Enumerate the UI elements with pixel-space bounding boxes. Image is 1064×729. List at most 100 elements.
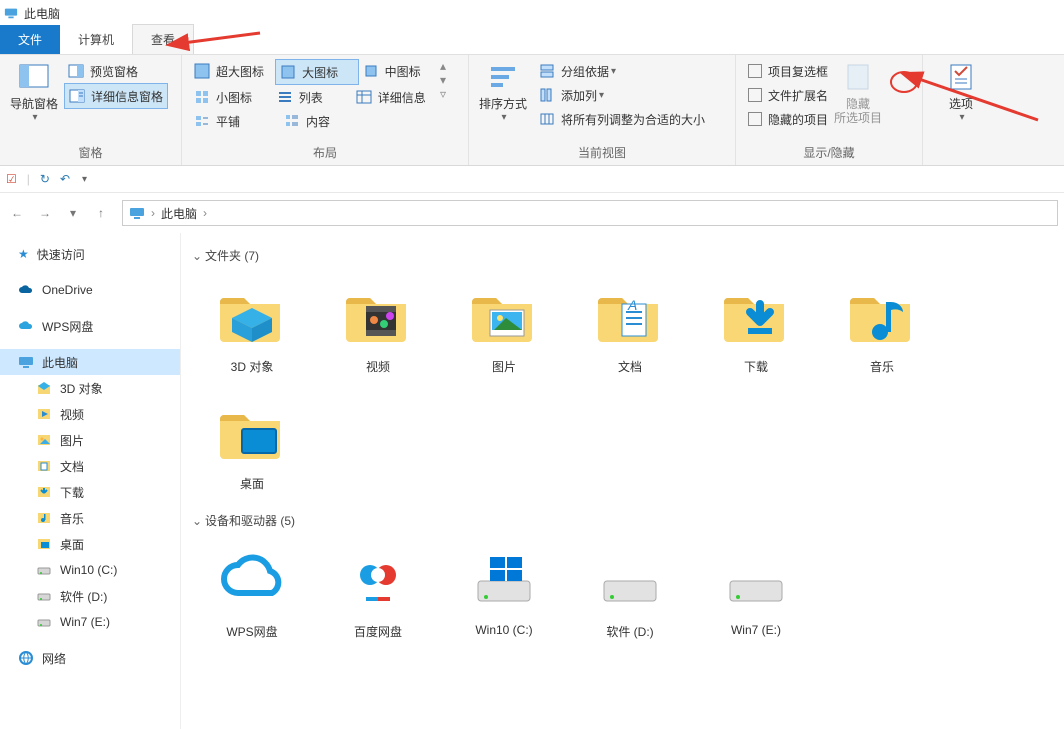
checkbox-icon xyxy=(748,88,762,102)
folder-icon xyxy=(216,395,288,467)
ribbon-group-options: 选项 ▾ xyxy=(923,55,999,165)
tree-child[interactable]: 下载 xyxy=(0,479,180,505)
ribbon: 导航窗格 ▾ 预览窗格 详细信息窗格 窗格 xyxy=(0,54,1064,166)
folder-tile[interactable]: 下载 xyxy=(693,278,819,375)
list-icon xyxy=(277,89,293,105)
tree-child[interactable]: Win7 (E:) xyxy=(0,609,180,635)
tree-child-label: 视频 xyxy=(60,406,84,423)
folder-tile[interactable]: A文档 xyxy=(567,278,693,375)
add-columns-icon xyxy=(539,87,555,103)
layout-list[interactable]: 列表 xyxy=(273,85,352,109)
folder-label: 桌面 xyxy=(240,475,264,492)
tree-child[interactable]: 图片 xyxy=(0,427,180,453)
breadcrumb-root[interactable]: 此电脑 xyxy=(161,205,197,222)
layout-large[interactable]: 大图标 xyxy=(275,59,358,85)
add-columns-button[interactable]: 添加列▾ xyxy=(535,83,709,107)
folder-tile[interactable]: 桌面 xyxy=(189,395,315,492)
layout-details[interactable]: 详细信息 xyxy=(352,85,440,109)
device-tile[interactable]: 软件 (D:) xyxy=(567,543,693,640)
sort-by-button[interactable]: 排序方式 ▾ xyxy=(477,59,529,127)
section-devices-header[interactable]: ⌄ 设备和驱动器 (5) xyxy=(189,512,1064,529)
device-icon xyxy=(216,543,288,615)
folder-icon xyxy=(36,380,52,396)
nav-pane-button[interactable]: 导航窗格 ▾ xyxy=(8,59,60,127)
qat-checkbox-icon[interactable]: ☑ xyxy=(6,172,17,186)
folder-icon xyxy=(36,510,52,526)
nav-pane-icon xyxy=(18,61,50,93)
tree-wps[interactable]: WPS网盘 xyxy=(0,313,180,339)
tree-child[interactable]: 桌面 xyxy=(0,531,180,557)
tab-computer[interactable]: 计算机 xyxy=(60,25,132,54)
chevron-down-icon: ▾ xyxy=(440,73,446,87)
tree-child[interactable]: 视频 xyxy=(0,401,180,427)
section-folders-header[interactable]: ⌄ 文件夹 (7) xyxy=(189,247,1064,264)
folder-icon xyxy=(846,278,918,350)
options-button[interactable]: 选项 ▾ xyxy=(935,59,987,127)
item-checkboxes-toggle[interactable]: 项目复选框 xyxy=(744,59,832,83)
layout-tiles[interactable]: 平铺 xyxy=(190,109,280,133)
nav-forward-button[interactable]: → xyxy=(34,202,56,224)
size-columns-button[interactable]: 将所有列调整为合适的大小 xyxy=(535,107,709,131)
folder-tile[interactable]: 图片 xyxy=(441,278,567,375)
nav-up-button[interactable]: ↑ xyxy=(90,202,112,224)
tiles-icon xyxy=(194,113,210,129)
folder-icon xyxy=(36,406,52,422)
device-icon xyxy=(468,543,540,615)
layout-small[interactable]: 小图标 xyxy=(190,85,273,109)
qat-dropdown-icon[interactable]: ▾ xyxy=(82,174,87,185)
item-checkboxes-label: 项目复选框 xyxy=(768,63,828,80)
layout-medium[interactable]: 中图标 xyxy=(359,59,440,83)
layout-content[interactable]: 内容 xyxy=(280,109,366,133)
device-tile[interactable]: 百度网盘 xyxy=(315,543,441,640)
layout-scroll[interactable]: ▴ ▾ ▿ xyxy=(440,59,446,101)
expand-gallery-icon: ▿ xyxy=(440,87,446,101)
nav-back-button[interactable]: ← xyxy=(6,202,28,224)
tree-child[interactable]: 软件 (D:) xyxy=(0,583,180,609)
tree-network[interactable]: 网络 xyxy=(0,645,180,671)
details-pane-label: 详细信息窗格 xyxy=(91,88,163,105)
file-ext-toggle[interactable]: 文件扩展名 xyxy=(744,83,832,107)
tree-network-label: 网络 xyxy=(42,650,66,667)
tree-quick-access-label: 快速访问 xyxy=(37,246,85,263)
tab-file[interactable]: 文件 xyxy=(0,25,60,54)
content-icon xyxy=(284,113,300,129)
section-folders-label: 文件夹 (7) xyxy=(205,247,259,264)
device-tile[interactable]: Win10 (C:) xyxy=(441,543,567,640)
qat-undo-icon[interactable]: ↶ xyxy=(60,172,70,186)
tab-view[interactable]: 查看 xyxy=(132,24,194,54)
folder-tile[interactable]: 3D 对象 xyxy=(189,278,315,375)
tree-child[interactable]: 3D 对象 xyxy=(0,375,180,401)
qat-refresh-icon[interactable]: ↻ xyxy=(40,172,50,186)
group-by-button[interactable]: 分组依据▾ xyxy=(535,59,709,83)
folder-tile[interactable]: 音乐 xyxy=(819,278,945,375)
layout-list-label: 列表 xyxy=(299,89,323,106)
add-columns-label: 添加列 xyxy=(561,87,597,104)
device-tile[interactable]: Win7 (E:) xyxy=(693,543,819,640)
layout-content-label: 内容 xyxy=(306,113,330,130)
this-pc-icon xyxy=(18,354,34,370)
nav-recent-dropdown[interactable]: ▾ xyxy=(62,202,84,224)
large-icons-icon xyxy=(280,64,296,80)
details-pane-icon xyxy=(69,88,85,104)
details-pane-button[interactable]: 详细信息窗格 xyxy=(64,83,168,109)
device-tile[interactable]: WPS网盘 xyxy=(189,543,315,640)
tree-onedrive[interactable]: OneDrive xyxy=(0,277,180,303)
tree-child[interactable]: 音乐 xyxy=(0,505,180,531)
this-pc-icon xyxy=(4,6,18,20)
tree-quick-access[interactable]: ★ 快速访问 xyxy=(0,241,180,267)
svg-text:A: A xyxy=(627,297,637,313)
tree-child-label: Win10 (C:) xyxy=(60,563,117,577)
hide-selected-button[interactable]: 隐藏 所选项目 xyxy=(832,59,884,127)
folder-tile[interactable]: 视频 xyxy=(315,278,441,375)
hidden-items-toggle[interactable]: 隐藏的项目 xyxy=(744,107,832,131)
tree-this-pc[interactable]: 此电脑 xyxy=(0,349,180,375)
preview-pane-label: 预览窗格 xyxy=(90,63,138,80)
content-pane: ⌄ 文件夹 (7) 3D 对象视频图片A文档下载音乐桌面 ⌄ 设备和驱动器 (5… xyxy=(181,233,1064,729)
address-bar[interactable]: › 此电脑 › xyxy=(122,200,1058,226)
group-label-layout: 布局 xyxy=(190,142,460,163)
layout-extra-large[interactable]: 超大图标 xyxy=(190,59,275,83)
details-icon xyxy=(356,89,372,105)
preview-pane-button[interactable]: 预览窗格 xyxy=(64,59,168,83)
tree-child[interactable]: Win10 (C:) xyxy=(0,557,180,583)
tree-child[interactable]: 文档 xyxy=(0,453,180,479)
